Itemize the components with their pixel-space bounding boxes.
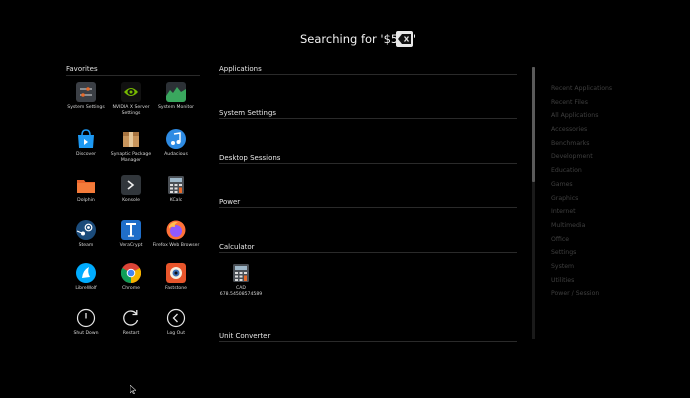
search-bar: Searching for '$500' xyxy=(0,31,690,49)
favorite-konsole[interactable]: Konsole xyxy=(107,175,155,219)
librewolf-icon xyxy=(76,263,96,283)
kcalc-icon xyxy=(166,175,186,195)
category-internet[interactable]: Internet xyxy=(551,205,671,219)
results-scrollbar[interactable] xyxy=(532,67,535,339)
favorite-label: Firefox Web Browser xyxy=(152,243,200,248)
audacious-icon xyxy=(166,129,186,149)
favorite-steam[interactable]: Steam xyxy=(62,220,110,264)
dolphin-icon xyxy=(76,175,96,195)
favorites-divider xyxy=(66,75,200,76)
calculator-result-value: 678.54508574589 xyxy=(219,292,263,297)
section-unit-converter: Unit Converter xyxy=(219,332,517,342)
section-system-settings: System Settings xyxy=(219,109,517,119)
category-education[interactable]: Education xyxy=(551,164,671,178)
konsole-icon xyxy=(121,175,141,195)
section-title: System Settings xyxy=(219,109,277,117)
discover-icon xyxy=(76,129,96,149)
category-development[interactable]: Development xyxy=(551,150,671,164)
section-title: Power xyxy=(219,198,241,206)
favorites-header: Favorites xyxy=(66,65,98,73)
favorite-chrome[interactable]: Chrome xyxy=(107,263,155,307)
shutdown-button[interactable]: Shut Down xyxy=(62,308,110,352)
power-icon xyxy=(76,308,96,328)
backspace-icon xyxy=(398,34,411,44)
favorite-librewolf[interactable]: LibreWolf xyxy=(62,263,110,307)
category-accessories[interactable]: Accessories xyxy=(551,123,671,137)
favorite-label: KCalc xyxy=(169,198,183,203)
synaptic-icon xyxy=(121,129,141,149)
steam-icon xyxy=(76,220,96,240)
section-desktop-sessions: Desktop Sessions xyxy=(219,154,517,164)
calculator-result-name: CAD xyxy=(236,286,246,291)
category-utilities[interactable]: Utilities xyxy=(551,274,671,288)
favorite-label: System Monitor xyxy=(157,105,195,110)
section-divider xyxy=(219,118,517,119)
faststone-icon xyxy=(166,263,186,283)
favorite-firefox[interactable]: Firefox Web Browser xyxy=(152,220,200,264)
category-all-applications[interactable]: All Applications xyxy=(551,109,671,123)
category-multimedia[interactable]: Multimedia xyxy=(551,219,671,233)
favorite-audacious[interactable]: Audacious xyxy=(152,129,200,173)
favorite-label: Log Out xyxy=(167,331,185,336)
section-title: Desktop Sessions xyxy=(219,154,281,162)
favorite-discover[interactable]: Discover xyxy=(62,129,110,173)
firefox-icon xyxy=(166,220,186,240)
section-power: Power xyxy=(219,198,517,208)
section-divider xyxy=(219,74,517,75)
category-office[interactable]: Office xyxy=(551,233,671,247)
favorite-veracrypt[interactable]: VeraCrypt xyxy=(107,220,155,264)
category-games[interactable]: Games xyxy=(551,178,671,192)
mouse-cursor-icon xyxy=(129,379,137,398)
section-divider xyxy=(219,341,517,342)
logout-icon xyxy=(166,308,186,328)
calculator-icon xyxy=(231,264,251,282)
favorite-synaptic[interactable]: Synaptic Package Manager xyxy=(107,129,155,173)
section-title: Applications xyxy=(219,65,262,73)
restart-button[interactable]: Restart xyxy=(107,308,155,352)
nvidia-icon xyxy=(121,82,141,102)
section-divider xyxy=(219,163,517,164)
category-benchmarks[interactable]: Benchmarks xyxy=(551,137,671,151)
restart-icon xyxy=(121,308,141,328)
favorite-label: Faststone xyxy=(165,286,187,291)
logout-button[interactable]: Log Out xyxy=(152,308,200,352)
clear-search-button[interactable] xyxy=(396,31,413,47)
favorite-system-monitor[interactable]: System Monitor xyxy=(152,82,200,126)
category-recent-files[interactable]: Recent Files xyxy=(551,96,671,110)
system-settings-icon xyxy=(76,82,96,102)
section-title: Calculator xyxy=(219,243,255,251)
category-settings[interactable]: Settings xyxy=(551,246,671,260)
chrome-icon xyxy=(121,263,141,283)
scrollbar-thumb[interactable] xyxy=(532,67,535,182)
category-list: Recent Applications Recent Files All App… xyxy=(551,82,671,301)
category-graphics[interactable]: Graphics xyxy=(551,192,671,206)
section-divider xyxy=(219,207,517,208)
section-title: Unit Converter xyxy=(219,332,271,340)
favorite-dolphin[interactable]: Dolphin xyxy=(62,175,110,219)
category-power-session[interactable]: Power / Session xyxy=(551,287,671,301)
section-applications: Applications xyxy=(219,65,517,75)
category-recent-applications[interactable]: Recent Applications xyxy=(551,82,671,96)
favorite-system-settings[interactable]: System Settings xyxy=(62,82,110,126)
favorite-faststone[interactable]: Faststone xyxy=(152,263,200,307)
section-calculator: Calculator xyxy=(219,243,517,253)
favorite-label: Audacious xyxy=(164,152,188,157)
section-divider xyxy=(219,252,517,253)
category-system[interactable]: System xyxy=(551,260,671,274)
veracrypt-icon xyxy=(121,220,141,240)
system-monitor-icon xyxy=(166,82,186,102)
favorite-nvidia-settings[interactable]: NVIDIA X Server Settings xyxy=(107,82,155,126)
favorite-kcalc[interactable]: KCalc xyxy=(152,175,200,219)
